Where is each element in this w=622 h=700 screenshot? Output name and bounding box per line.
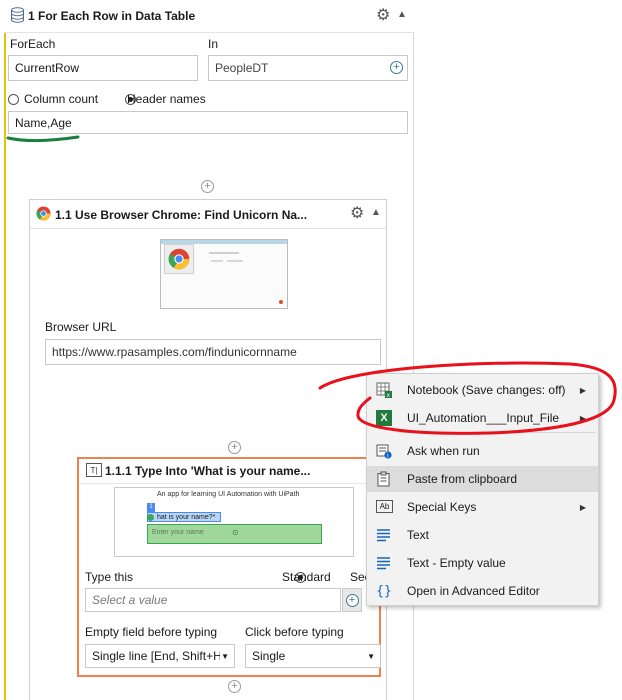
collapse-chevron-icon[interactable]: ▲ — [397, 9, 407, 20]
preview-anchor-badge — [147, 514, 154, 521]
menu-item-text-empty-value[interactable]: Text - Empty value — [367, 550, 598, 576]
text-empty-icon — [376, 555, 392, 571]
browser-collapse-chevron-icon[interactable]: ▲ — [371, 207, 381, 218]
add-activity-icon[interactable]: + — [201, 180, 214, 193]
red-circle-annotation — [318, 361, 617, 435]
menu-item-label: Text — [407, 528, 430, 542]
browser-screenshot-thumbnail[interactable] — [160, 239, 288, 309]
thumbnail-text-line — [211, 260, 223, 262]
empty-field-label: Empty field before typing — [85, 625, 218, 639]
type-this-label: Type this — [85, 570, 134, 584]
type-into-title-bar[interactable]: T| 1.1.1 Type Into 'What is your name... — [79, 459, 379, 484]
preview-label-highlight: hat is your name?* — [147, 512, 221, 522]
thumbnail-text-line — [227, 260, 243, 262]
preview-anchor-tag: 1 — [147, 503, 155, 512]
menu-item-open-advanced-editor[interactable]: {} Open in Advanced Editor — [367, 578, 598, 604]
type-this-placeholder: Select a value — [92, 593, 168, 607]
in-collection-input[interactable]: PeopleDT — [208, 55, 408, 81]
menu-item-text[interactable]: Text — [367, 522, 598, 548]
braces-icon: {} — [376, 583, 392, 599]
preview-heading: An app for learning UI Automation with U… — [157, 491, 300, 498]
in-collection-value: PeopleDT — [215, 61, 269, 75]
ask-when-run-icon: i — [376, 443, 392, 459]
type-this-value-input[interactable]: Select a value — [85, 588, 341, 612]
thumbnail-text-line — [209, 252, 239, 254]
column-count-label: Column count — [24, 92, 99, 106]
type-this-add-button[interactable]: + — [342, 588, 362, 612]
preview-target-highlight: Enter your name ⊙ — [147, 524, 322, 544]
green-underline-annotation — [6, 135, 80, 143]
datatable-icon — [10, 7, 25, 23]
thumbnail-chrome-icon — [164, 244, 194, 274]
menu-item-label: Special Keys — [407, 500, 477, 514]
foreach-variable-input[interactable]: CurrentRow — [8, 55, 198, 81]
browser-title: 1.1 Use Browser Chrome: Find Unicorn Na.… — [55, 208, 308, 222]
type-into-element-preview[interactable]: An app for learning UI Automation with U… — [114, 487, 354, 557]
submenu-arrow-icon: ▶ — [579, 502, 586, 512]
preview-placeholder: Enter your name — [152, 529, 204, 536]
in-add-icon[interactable]: + — [390, 61, 403, 74]
header-names-label: Header names — [127, 92, 206, 106]
type-into-title: 1.1.1 Type Into 'What is your name... — [105, 464, 311, 478]
menu-item-label: Text - Empty value — [407, 556, 506, 570]
dropdown-arrow-icon: ▼ — [221, 651, 229, 661]
text-icon — [376, 527, 392, 543]
menu-item-label: Paste from clipboard — [407, 472, 518, 486]
chrome-icon — [36, 206, 51, 224]
add-activity-icon-bottom[interactable]: + — [228, 680, 241, 693]
dropdown-arrow-icon: ▼ — [367, 651, 375, 661]
empty-field-dropdown[interactable]: Single line [End, Shift+H ▼ — [85, 644, 235, 668]
click-before-dropdown[interactable]: Single ▼ — [245, 644, 381, 668]
settings-gear-icon[interactable]: ⚙ — [376, 5, 390, 25]
add-activity-icon-inner[interactable]: + — [228, 441, 241, 454]
empty-field-value: Single line [End, Shift+H — [92, 649, 220, 663]
headers-input[interactable]: Name,Age — [8, 111, 408, 134]
foreach-title-bar[interactable]: 1 For Each Row in Data Table ⚙ ▲ — [4, 0, 414, 33]
foreach-label: ForEach — [10, 37, 56, 51]
browser-url-label: Browser URL — [45, 320, 117, 334]
browser-settings-gear-icon[interactable]: ⚙ — [350, 203, 364, 223]
thumbnail-red-dot — [279, 300, 283, 304]
click-before-value: Single — [252, 649, 286, 663]
preview-target-icon: ⊙ — [232, 528, 239, 537]
special-keys-icon: Ab — [376, 500, 393, 513]
type-this-add-icon: + — [345, 593, 359, 607]
in-label: In — [208, 37, 219, 51]
menu-item-ask-when-run[interactable]: i Ask when run — [367, 438, 598, 464]
foreach-title: 1 For Each Row in Data Table — [28, 9, 196, 23]
browser-title-bar[interactable]: 1.1 Use Browser Chrome: Find Unicorn Na.… — [30, 200, 386, 229]
column-count-radio[interactable] — [8, 94, 19, 105]
menu-item-special-keys[interactable]: Ab Special Keys ▶ — [367, 494, 598, 520]
standard-label: Standard — [282, 570, 331, 584]
menu-item-label: Open in Advanced Editor — [407, 584, 540, 598]
menu-item-paste-from-clipboard[interactable]: Paste from clipboard — [367, 466, 598, 492]
type-into-icon: T| — [86, 463, 102, 477]
clipboard-icon — [376, 471, 392, 487]
click-before-label: Click before typing — [245, 625, 344, 639]
menu-item-label: Ask when run — [407, 444, 480, 458]
